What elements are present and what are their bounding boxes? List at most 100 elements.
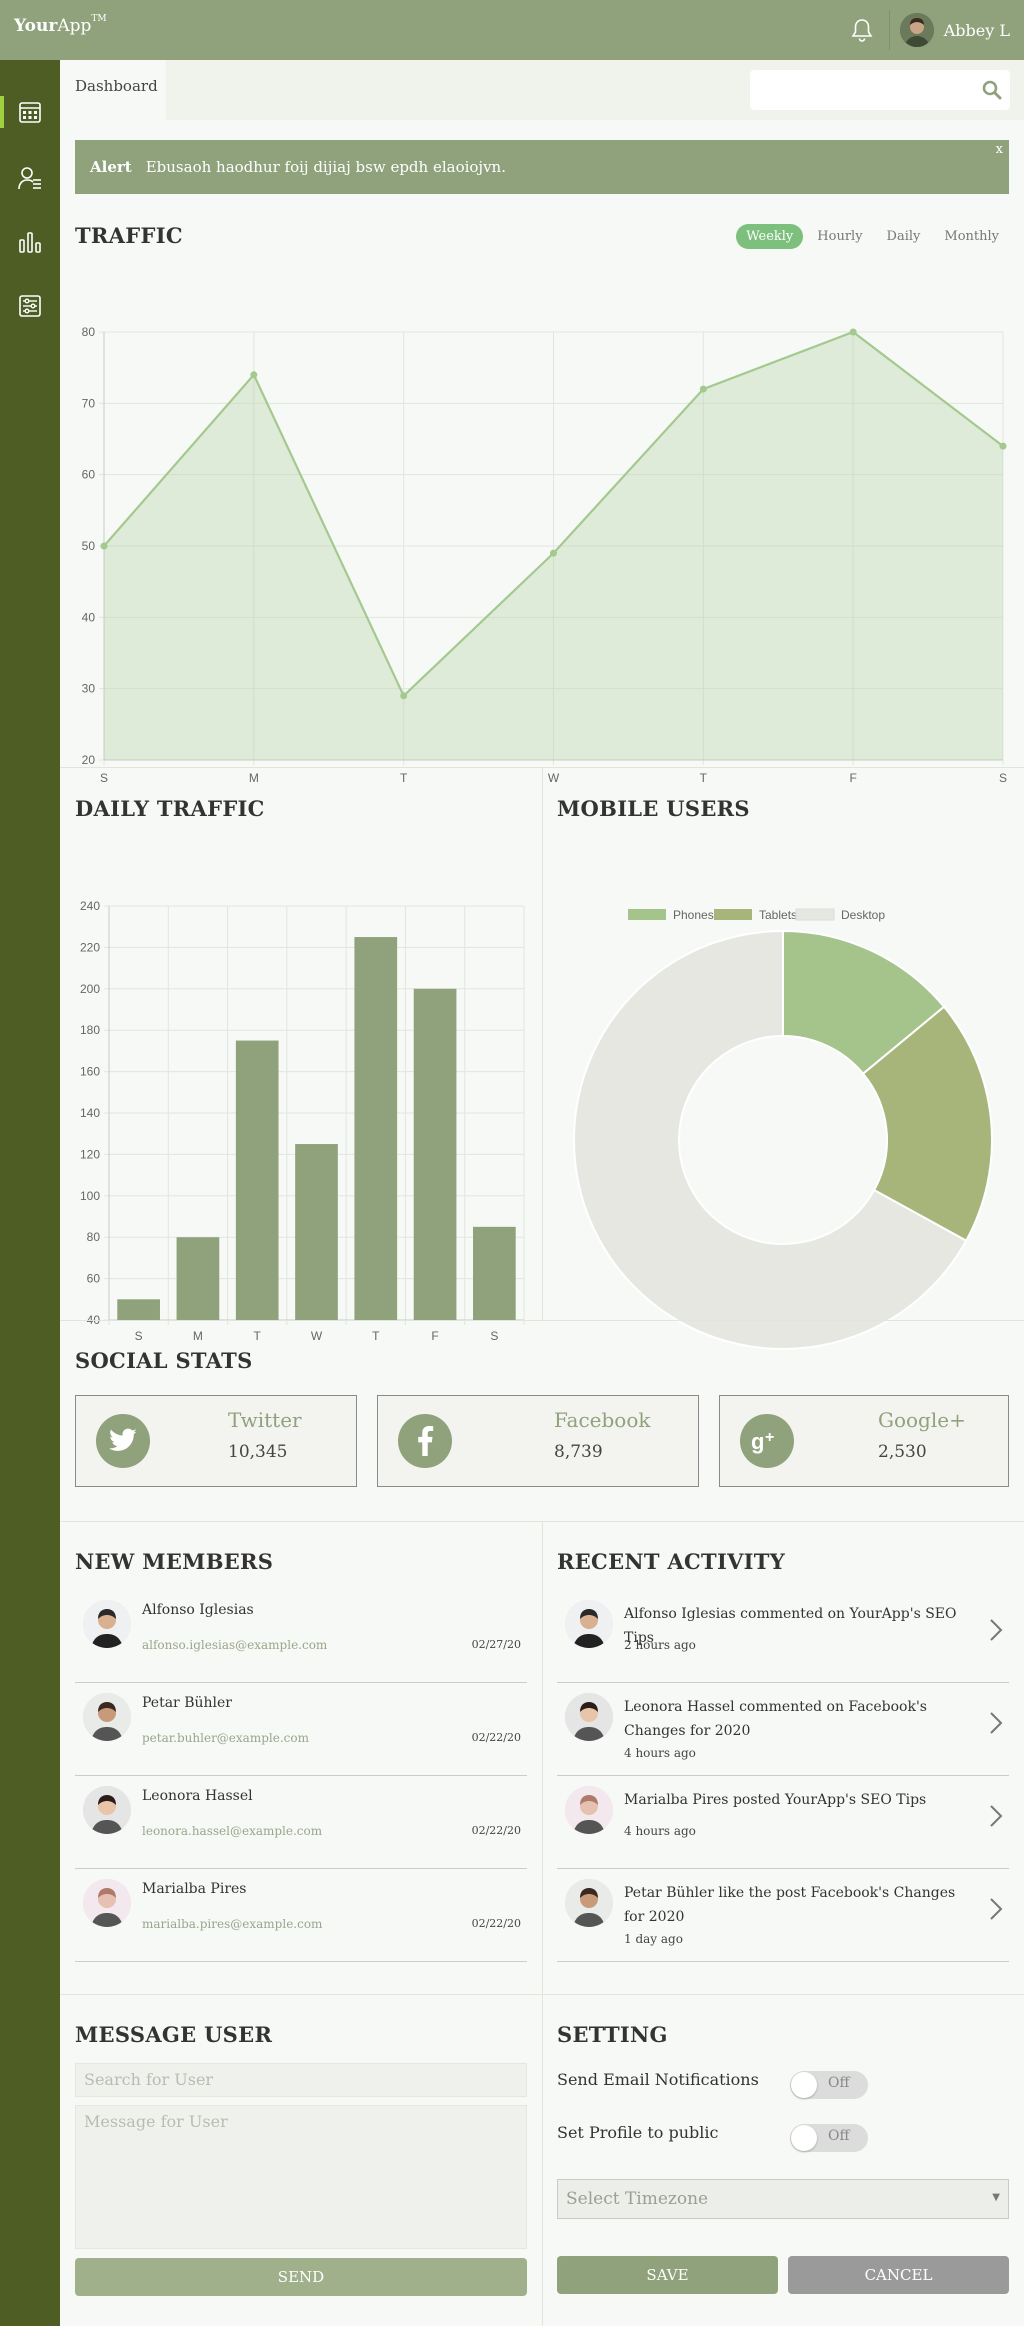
svg-text:+: + — [765, 1429, 774, 1446]
timezone-select[interactable]: Select Timezone ▼ — [557, 2179, 1009, 2219]
activity-row[interactable]: Petar Bühler like the post Facebook's Ch… — [557, 1869, 1009, 1962]
recent-activity-title: RECENT ACTIVITY — [557, 1549, 786, 1574]
chevron-down-icon: ▼ — [992, 2192, 1000, 2203]
user-avatar[interactable] — [899, 13, 934, 47]
search-icon[interactable] — [982, 80, 1002, 104]
legend-swatch — [795, 908, 835, 921]
activity-time: 1 day ago — [624, 1932, 683, 1946]
send-button[interactable]: SEND — [75, 2258, 527, 2296]
search-field[interactable] — [750, 70, 970, 110]
bar — [295, 1144, 338, 1320]
toggle-state: Off — [828, 2128, 850, 2144]
facebook-icon — [398, 1414, 452, 1468]
toggle-knob — [791, 2072, 817, 2098]
avatar — [565, 1600, 613, 1648]
data-point — [400, 692, 408, 700]
search-input[interactable] — [750, 70, 1010, 110]
tab-hourly[interactable]: Hourly — [807, 224, 872, 249]
message-user-title: MESSAGE USER — [75, 2022, 273, 2047]
cancel-button[interactable]: CANCEL — [788, 2256, 1009, 2294]
tab-weekly[interactable]: Weekly — [736, 224, 804, 249]
activity-text: Leonora Hassel commented on Facebook's C… — [624, 1699, 927, 1739]
settings-sliders-icon[interactable] — [0, 282, 60, 330]
user-search-input[interactable]: Search for User — [75, 2063, 527, 2097]
member-name: Alfonso Iglesias — [142, 1602, 254, 1618]
data-point — [250, 371, 258, 379]
breadcrumb[interactable]: Dashboard — [60, 60, 166, 120]
y-tick-label: 140 — [80, 1106, 100, 1120]
x-tick-label: S — [135, 1329, 143, 1343]
x-tick-label: S — [999, 771, 1007, 785]
activity-row[interactable]: Leonora Hassel commented on Facebook's C… — [557, 1683, 1009, 1776]
member-email: marialba.pires@example.com — [142, 1917, 323, 1931]
calendar-icon[interactable] — [0, 88, 60, 136]
bar-chart-icon[interactable] — [0, 218, 60, 266]
chevron-right-icon[interactable] — [989, 1804, 1003, 1832]
member-date: 02/22/20 — [471, 1917, 521, 1930]
toggle-knob — [791, 2125, 817, 2151]
avatar — [565, 1786, 613, 1834]
profile-public-toggle[interactable]: Off — [790, 2124, 868, 2152]
activity-row[interactable]: Marialba Pires posted YourApp's SEO Tips… — [557, 1776, 1009, 1869]
y-tick-label: 180 — [80, 1023, 100, 1037]
member-name: Leonora Hassel — [142, 1788, 253, 1804]
chevron-right-icon[interactable] — [989, 1897, 1003, 1925]
daily-bar-chart: 406080100120140160180200220240S M T W T F S — [80, 899, 525, 1343]
x-tick-label: W — [311, 1329, 323, 1343]
x-tick-label: F — [431, 1329, 438, 1343]
avatar — [83, 1786, 131, 1834]
member-email: leonora.hassel@example.com — [142, 1824, 323, 1838]
save-button[interactable]: SAVE — [557, 2256, 778, 2294]
chevron-right-icon[interactable] — [989, 1711, 1003, 1739]
members-icon[interactable] — [0, 154, 60, 202]
social-name: Google+ — [878, 1408, 966, 1432]
email-notifications-label: Send Email Notifications — [557, 2070, 759, 2089]
email-notifications-toggle[interactable]: Off — [790, 2071, 868, 2099]
activity-row[interactable]: Alfonso Iglesias commented on YourApp's … — [557, 1590, 1009, 1683]
app-logo[interactable]: YourAppTM — [14, 14, 107, 36]
close-icon[interactable]: x — [996, 142, 1003, 157]
timezone-select-value: Select Timezone — [566, 2189, 709, 2209]
alert-title: Alert — [90, 158, 132, 176]
x-tick-label: T — [254, 1329, 262, 1343]
bar — [354, 937, 398, 1320]
y-tick-label: 40 — [82, 610, 96, 624]
social-count: 8,739 — [554, 1442, 603, 1462]
google-plus-icon: g + — [740, 1414, 794, 1468]
legend-label: Tablets — [759, 908, 797, 922]
x-tick-label: M — [193, 1329, 203, 1343]
social-card-twitter[interactable]: Twitter 10,345 — [75, 1395, 357, 1487]
member-email: petar.buhler@example.com — [142, 1731, 309, 1745]
member-row[interactable]: Marialba Pires marialba.pires@example.co… — [75, 1869, 527, 1962]
social-count: 10,345 — [228, 1442, 288, 1462]
social-card-facebook[interactable]: Facebook 8,739 — [377, 1395, 699, 1487]
avatar — [83, 1600, 131, 1648]
chevron-right-icon[interactable] — [989, 1618, 1003, 1646]
new-members-title: NEW MEMBERS — [75, 1549, 274, 1574]
settings-title: SETTING — [557, 2022, 668, 2047]
message-textarea[interactable]: Message for User — [75, 2105, 527, 2249]
legend-label: Phones — [673, 908, 714, 922]
mobile-users-donut: Phones Tablets Desktop — [573, 908, 993, 1350]
y-tick-label: 120 — [80, 1147, 100, 1161]
data-point — [999, 442, 1007, 450]
y-tick-label: 80 — [82, 325, 96, 339]
bell-icon[interactable] — [847, 15, 877, 45]
toggle-state: Off — [828, 2075, 850, 2091]
tab-daily[interactable]: Daily — [877, 224, 931, 249]
activity-text: Petar Bühler like the post Facebook's Ch… — [624, 1885, 956, 1925]
data-point — [699, 385, 707, 393]
legend-swatch — [628, 909, 666, 920]
bar — [413, 988, 457, 1320]
y-tick-label: 60 — [82, 468, 96, 482]
y-tick-label: 30 — [82, 682, 96, 696]
username[interactable]: Abbey L — [944, 21, 1010, 40]
member-row[interactable]: Alfonso Iglesias alfonso.iglesias@exampl… — [75, 1590, 527, 1683]
social-card-google-plus[interactable]: g + Google+ 2,530 — [719, 1395, 1009, 1487]
member-row[interactable]: Petar Bühler petar.buhler@example.com 02… — [75, 1683, 527, 1776]
tab-monthly[interactable]: Monthly — [934, 224, 1009, 249]
bar — [176, 1237, 220, 1320]
x-tick-label: T — [400, 771, 408, 785]
member-row[interactable]: Leonora Hassel leonora.hassel@example.co… — [75, 1776, 527, 1869]
y-tick-label: 100 — [80, 1189, 100, 1203]
